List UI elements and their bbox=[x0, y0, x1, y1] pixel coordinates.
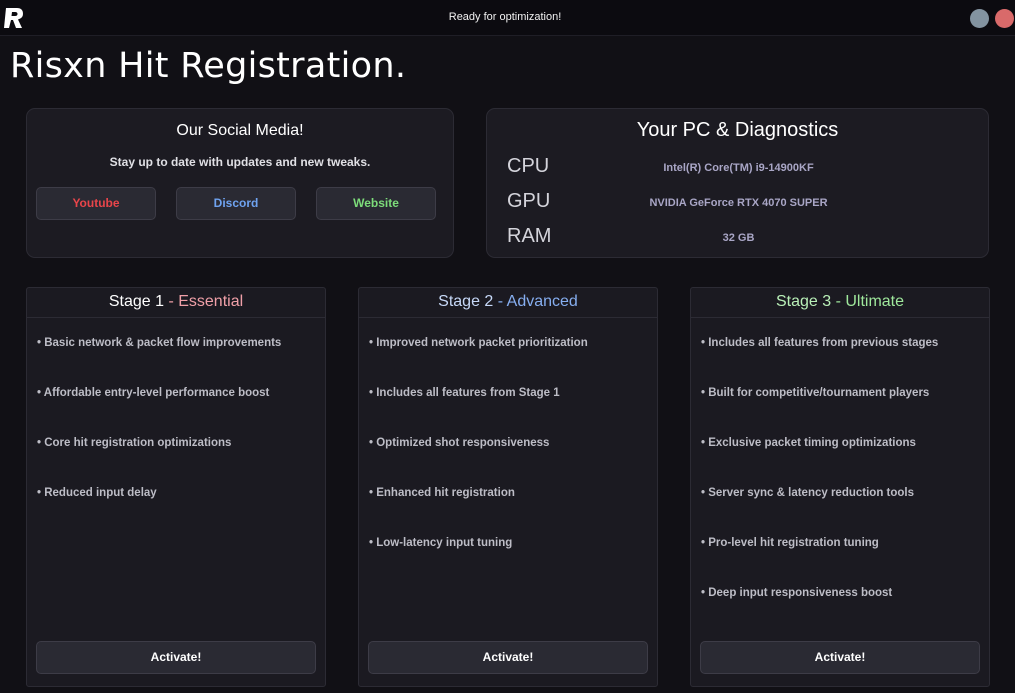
feature-item: • Built for competitive/tournament playe… bbox=[701, 387, 930, 399]
stage-2-card: Stage 2 - Advanced • Improved network pa… bbox=[358, 287, 658, 687]
stage-2-name: Stage 2 bbox=[438, 293, 494, 310]
stage-2-header: Stage 2 - Advanced bbox=[359, 288, 657, 318]
ram-value: 32 GB bbox=[722, 232, 755, 244]
stage-1-card: Stage 1 - Essential • Basic network & pa… bbox=[26, 287, 326, 687]
stage-2-tier: Advanced bbox=[506, 293, 578, 310]
feature-item: • Reduced input delay bbox=[37, 487, 157, 499]
stage-3-tier: Ultimate bbox=[845, 293, 905, 310]
stage-2-activate-button[interactable]: Activate! bbox=[368, 641, 648, 674]
feature-item: • Pro-level hit registration tuning bbox=[701, 537, 879, 549]
feature-item: • Core hit registration optimizations bbox=[37, 437, 232, 449]
diagnostics-title: Your PC & Diagnostics bbox=[636, 119, 839, 141]
title-bar: Ready for optimization! bbox=[0, 0, 1015, 36]
cpu-value: Intel(R) Core(TM) i9-14900KF bbox=[663, 162, 814, 174]
stage-3-separator: - bbox=[831, 293, 846, 310]
stage-1-separator: - bbox=[164, 293, 179, 310]
stage-1-name: Stage 1 bbox=[108, 293, 164, 310]
stage-3-header: Stage 3 - Ultimate bbox=[691, 288, 989, 318]
stage-3-activate-button[interactable]: Activate! bbox=[700, 641, 980, 674]
feature-item: • Improved network packet prioritization bbox=[369, 337, 588, 349]
social-title: Our Social Media! bbox=[176, 122, 304, 139]
feature-item: • Server sync & latency reduction tools bbox=[701, 487, 915, 499]
feature-item: • Optimized shot responsiveness bbox=[369, 437, 550, 449]
gpu-label: GPU bbox=[507, 190, 551, 212]
cpu-label: CPU bbox=[507, 155, 550, 177]
website-button[interactable]: Website bbox=[316, 187, 436, 220]
gpu-value: NVIDIA GeForce RTX 4070 SUPER bbox=[649, 197, 828, 209]
minimize-button[interactable] bbox=[970, 9, 989, 28]
stage-1-tier: Essential bbox=[178, 293, 244, 310]
diagnostics-card: Your PC & Diagnostics CPU Intel(R) Core(… bbox=[486, 108, 989, 258]
feature-item: • Includes all features from previous st… bbox=[701, 337, 939, 349]
feature-item: • Basic network & packet flow improvemen… bbox=[37, 337, 282, 349]
feature-item: • Low-latency input tuning bbox=[369, 537, 513, 549]
feature-item: • Exclusive packet timing optimizations bbox=[701, 437, 916, 449]
social-media-card: Our Social Media! Stay up to date with u… bbox=[26, 108, 454, 258]
page-title: Risxn Hit Registration. bbox=[10, 46, 407, 86]
feature-item: • Includes all features from Stage 1 bbox=[369, 387, 560, 399]
stage-1-activate-button[interactable]: Activate! bbox=[36, 641, 316, 674]
close-button[interactable] bbox=[995, 9, 1014, 28]
discord-button[interactable]: Discord bbox=[176, 187, 296, 220]
stage-2-separator: - bbox=[493, 293, 507, 310]
stage-3-name: Stage 3 bbox=[775, 293, 832, 310]
stage-1-feature-list: • Basic network & packet flow improvemen… bbox=[37, 337, 322, 537]
stage-1-header: Stage 1 - Essential bbox=[27, 288, 325, 318]
status-text: Ready for optimization! bbox=[448, 11, 562, 23]
stage-2-feature-list: • Improved network packet prioritization… bbox=[369, 337, 654, 587]
youtube-button[interactable]: Youtube bbox=[36, 187, 156, 220]
feature-item: • Enhanced hit registration bbox=[369, 487, 515, 499]
social-subtitle: Stay up to date with updates and new twe… bbox=[109, 155, 371, 169]
stage-3-card: Stage 3 - Ultimate • Includes all featur… bbox=[690, 287, 990, 687]
feature-item: • Affordable entry-level performance boo… bbox=[37, 387, 270, 399]
ram-label: RAM bbox=[507, 225, 552, 247]
feature-item: • Deep input responsiveness boost bbox=[701, 587, 893, 599]
stage-3-feature-list: • Includes all features from previous st… bbox=[701, 337, 986, 637]
